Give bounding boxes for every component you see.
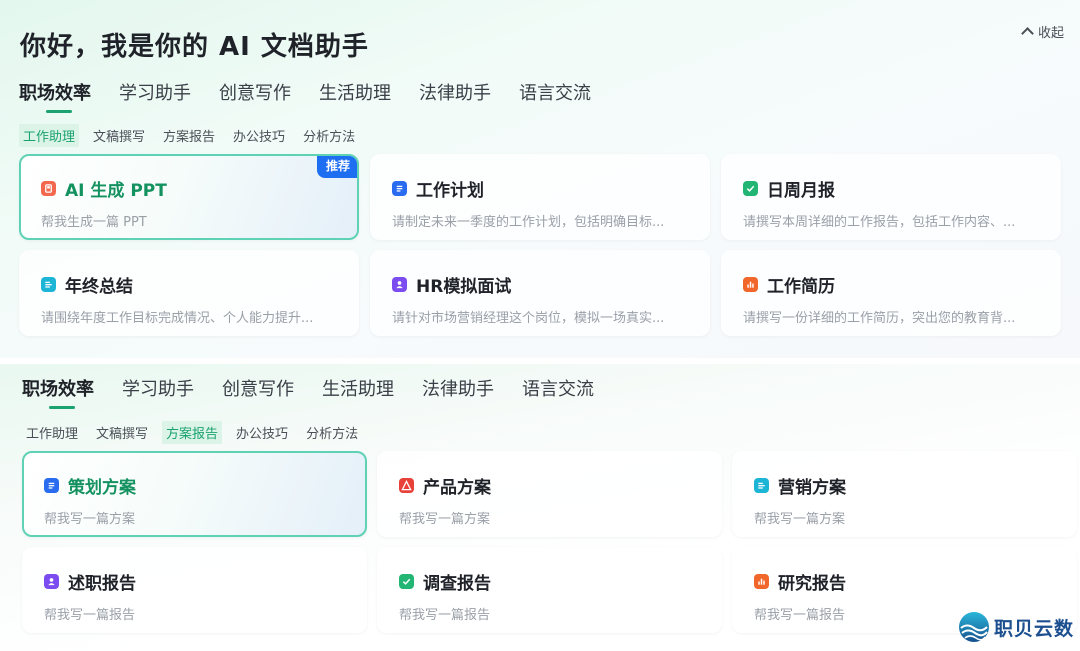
person-icon <box>44 574 59 589</box>
tab-category-1[interactable]: 学习助手 <box>122 375 194 409</box>
assistant-panel-top: 你好，我是你的 AI 文档助手 收起 职场效率 学习助手 创意写作 生活助理 法律助手语… <box>0 0 1080 358</box>
tab-category-2[interactable]: 创意写作 <box>222 375 294 409</box>
tab-subcategory-0[interactable]: 工作助理 <box>19 124 80 147</box>
category-tabs: 职场效率 学习助手 创意写作 生活助理 法律助手 语言交流 <box>22 375 622 409</box>
tab-subcategory-0[interactable]: 工作助理 <box>22 421 82 444</box>
doc-icon <box>44 478 59 493</box>
tab-category-5[interactable]: 语言交流 <box>519 79 591 113</box>
card-description: 帮我写一篇方案 <box>399 512 491 527</box>
card-header: 营销方案 <box>754 473 1055 498</box>
template-card[interactable]: 年终总结请围绕年度工作目标完成情况、个人能力提升... <box>19 250 359 336</box>
card-header: 述职报告 <box>44 569 345 594</box>
template-card[interactable]: 产品方案帮我写一篇方案 <box>377 451 722 537</box>
card-title: HR模拟面试 <box>416 277 512 297</box>
card-title: 策划方案 <box>68 478 136 498</box>
card-description: 帮我写一篇报告 <box>44 608 136 623</box>
template-card[interactable]: 工作计划请制定未来一季度的工作计划，包括明确目标... <box>370 154 710 240</box>
template-cards: AI 生成 PPT 帮我生成一篇 PPT 推荐 工作计划 请制定未来一季度的工作计划，包… <box>19 154 1061 336</box>
subcategory-tabs: 工作助理 文稿撰写 方案报告 办公技巧 分析方法 <box>19 124 359 147</box>
assistant-panel-bottom: 职场效率 学习助手 创意写作 生活助理 法律助手 语言交流 工作助理 文稿撰写 方案报告 办公技… <box>0 364 1080 651</box>
collapse-label: 收起 <box>1037 26 1064 41</box>
template-card[interactable]: AI 生成 PPT 帮我生成一篇 PPT 推荐 <box>19 154 359 240</box>
card-description: 帮我写一篇报告 <box>399 608 491 623</box>
card-header: AI 生成 PPT <box>41 176 337 201</box>
card-title: 调查报告 <box>423 574 491 594</box>
card-description: 请制定未来一季度的工作计划，包括明确目标... <box>392 215 665 230</box>
page-title: 你好，我是你的 AI 文档助手 <box>20 32 369 62</box>
tab-subcategory-2[interactable]: 方案报告 <box>159 124 219 147</box>
card-title: 述职报告 <box>68 574 136 594</box>
category-tabs: 职场效率 学习助手 创意写作 生活助理 法律助手 语言交流 <box>19 79 619 113</box>
card-description: 帮我写一篇方案 <box>754 512 846 527</box>
tab-category-5[interactable]: 语言交流 <box>522 375 594 409</box>
card-description: 请撰写一份详细的工作简历，突出您的教育背... <box>743 311 1016 326</box>
card-description: 请围绕年度工作目标完成情况、个人能力提升... <box>41 311 314 326</box>
person-icon <box>392 277 407 292</box>
tab-category-0[interactable]: 职场效率 <box>19 79 91 113</box>
card-header: 工作简历 <box>743 272 1039 297</box>
check-icon <box>399 574 414 589</box>
template-card[interactable]: 工作简历请撰写一份详细的工作简历，突出您的教育背... <box>721 250 1061 336</box>
card-description: 请针对市场营销经理这个岗位，模拟一场真实... <box>392 311 665 326</box>
tab-category-0[interactable]: 职场效率 <box>22 375 94 409</box>
tab-subcategory-1[interactable]: 文稿撰写 <box>89 124 149 147</box>
pdf-icon <box>399 478 414 493</box>
tab-subcategory-4[interactable]: 分析方法 <box>302 421 362 444</box>
chart-icon <box>743 277 758 292</box>
brand-name: 职贝云数 <box>993 617 1074 640</box>
card-header: 研究报告 <box>754 569 1055 594</box>
card-title: 营销方案 <box>778 478 846 498</box>
subcategory-tabs: 工作助理 文稿撰写 方案报告 办公技巧 分析方法 <box>22 421 362 444</box>
tab-category-3[interactable]: 生活助理 <box>319 79 391 113</box>
card-header: 日周月报 <box>743 176 1039 201</box>
brand-watermark: 职贝云数 <box>958 611 1074 643</box>
template-card[interactable]: 日周月报请撰写本周详细的工作报告，包括工作内容、... <box>721 154 1061 240</box>
check-icon <box>743 181 758 196</box>
card-description: 帮我生成一篇 PPT <box>41 215 147 230</box>
summary-icon <box>41 277 56 292</box>
summary-icon <box>754 478 769 493</box>
card-header: 调查报告 <box>399 569 700 594</box>
chart-icon <box>754 574 769 589</box>
template-card[interactable]: 调查报告帮我写一篇报告 <box>377 547 722 633</box>
card-header: 工作计划 <box>392 176 688 201</box>
card-title: AI 生成 PPT <box>65 181 167 201</box>
card-title: 工作计划 <box>416 181 484 201</box>
card-description: 帮我写一篇方案 <box>44 512 136 527</box>
tab-subcategory-3[interactable]: 办公技巧 <box>232 421 292 444</box>
tab-subcategory-1[interactable]: 文稿撰写 <box>92 421 152 444</box>
card-header: 产品方案 <box>399 473 700 498</box>
ppt-icon <box>41 181 56 196</box>
card-title: 工作简历 <box>767 277 835 297</box>
wave-logo-icon <box>958 612 989 642</box>
doc-icon <box>392 181 407 196</box>
tab-category-4[interactable]: 法律助手 <box>419 79 491 113</box>
tab-category-1[interactable]: 学习助手 <box>119 79 191 113</box>
template-card[interactable]: 策划方案帮我写一篇方案 <box>22 451 367 537</box>
card-title: 日周月报 <box>767 181 835 201</box>
card-title: 年终总结 <box>65 277 133 297</box>
tab-subcategory-2[interactable]: 方案报告 <box>162 421 223 444</box>
card-title: 产品方案 <box>423 478 491 498</box>
template-card[interactable]: HR模拟面试请针对市场营销经理这个岗位，模拟一场真实... <box>370 250 710 336</box>
tab-subcategory-4[interactable]: 分析方法 <box>299 124 359 147</box>
template-cards: 策划方案 帮我写一篇方案 产品方案 帮我写一篇方案 营销方案 帮我写一篇方案 述职报告 帮我写… <box>22 451 1077 633</box>
tab-category-4[interactable]: 法律助手 <box>422 375 494 409</box>
card-description: 请撰写本周详细的工作报告，包括工作内容、... <box>743 215 1016 230</box>
tab-category-3[interactable]: 生活助理 <box>322 375 394 409</box>
collapse-button[interactable]: 收起 <box>1021 22 1064 41</box>
card-header: 年终总结 <box>41 272 337 297</box>
card-title: 研究报告 <box>778 574 846 594</box>
card-header: 策划方案 <box>44 473 345 498</box>
tab-subcategory-3[interactable]: 办公技巧 <box>229 124 289 147</box>
chevron-up-icon <box>1021 27 1034 40</box>
template-card[interactable]: 营销方案帮我写一篇方案 <box>732 451 1077 537</box>
card-header: HR模拟面试 <box>392 272 688 297</box>
recommend-badge: 推荐 <box>316 156 357 178</box>
template-card[interactable]: 述职报告帮我写一篇报告 <box>22 547 367 633</box>
tab-category-2[interactable]: 创意写作 <box>219 79 291 113</box>
